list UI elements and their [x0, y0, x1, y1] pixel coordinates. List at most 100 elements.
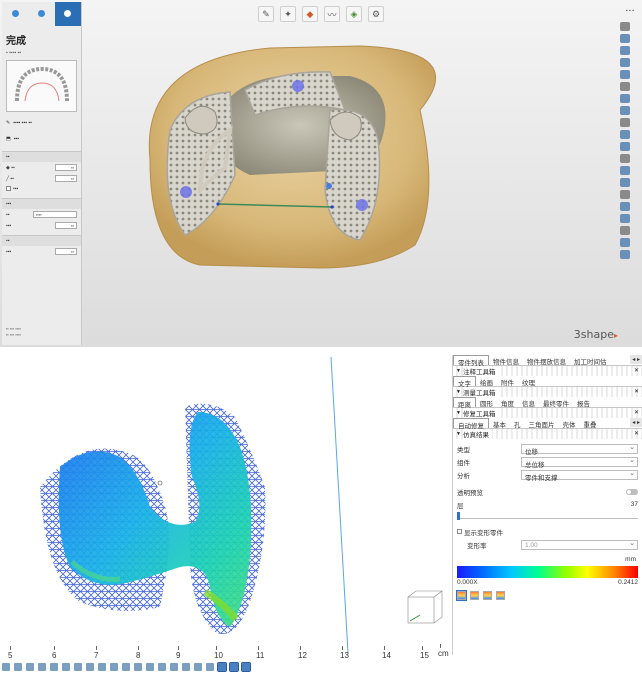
view-tool-1[interactable] [620, 22, 630, 31]
view-tool-16[interactable] [620, 202, 630, 211]
tab-part-list[interactable]: 零件列表 [453, 355, 489, 367]
view-icon-20[interactable] [229, 662, 239, 672]
view-tool-10[interactable] [620, 130, 630, 139]
view-tool-17[interactable] [620, 214, 630, 223]
deform-rate-label: 变形率 [467, 542, 487, 550]
view-tool-2[interactable] [620, 34, 630, 43]
unit-label: mm [625, 556, 636, 563]
view-tool-12[interactable] [620, 154, 630, 163]
deform-rate-row: 变形率 1.00 [453, 538, 642, 551]
tab-triangles[interactable]: 三角面片 [525, 418, 559, 429]
view-tool-20[interactable] [620, 250, 630, 259]
scale-min: 0.000X [457, 579, 478, 586]
tab-build-time[interactable]: 加工时间估 [570, 355, 611, 366]
view-icon-5[interactable] [50, 663, 58, 671]
brand-logo: 3shape▸ [573, 328, 618, 341]
view-icon-6[interactable] [62, 663, 70, 671]
deform-rate-input[interactable]: 1.00 [521, 539, 638, 550]
axis-tick: 13 [340, 646, 349, 660]
view-icon-7[interactable] [74, 663, 82, 671]
close-icon[interactable]: ✕ [634, 367, 639, 374]
note-toolbox-header[interactable]: ▼ 注释工具箱 ✕ [453, 366, 642, 376]
part-tabs: 零件列表 物件信息 物件摆放信息 加工时间估 ◂ ▸ [453, 355, 642, 367]
view-icon-18[interactable] [206, 663, 214, 671]
view-icon-12[interactable] [134, 663, 142, 671]
repair-toolbox-header[interactable]: ▼ 修复工具箱 ✕ [453, 408, 642, 418]
view-icon-17[interactable] [194, 663, 202, 671]
view-tool-3[interactable] [620, 46, 630, 55]
legend-mode-1-icon[interactable] [456, 590, 467, 601]
layer-slider-thumb[interactable] [457, 512, 460, 520]
tab-angle[interactable]: 角度 [497, 397, 518, 408]
tab-info[interactable]: 信息 [518, 397, 539, 408]
component-select[interactable]: 总位移 [521, 456, 638, 469]
view-icon-3[interactable] [26, 663, 34, 671]
view-icon-8[interactable] [86, 663, 94, 671]
view-tool-5[interactable] [620, 70, 630, 79]
view-icon-11[interactable] [122, 663, 130, 671]
view-icon-10[interactable] [110, 663, 118, 671]
tab-text[interactable]: 文字 [453, 376, 476, 388]
measure-toolbox-header[interactable]: ▼ 测量工具箱 ✕ [453, 387, 642, 397]
legend-mode-3-icon[interactable] [483, 591, 492, 600]
tab-holes[interactable]: 孔 [510, 418, 525, 429]
axis-tick: 10 [214, 646, 223, 660]
legend-mode-2-icon[interactable] [470, 591, 479, 600]
tab-draw[interactable]: 绘画 [476, 376, 497, 387]
tab-attachment[interactable]: 附件 [497, 376, 518, 387]
view-tool-4[interactable] [620, 58, 630, 67]
axis-tick: 8 [136, 646, 141, 660]
tab-circle[interactable]: 圆形 [476, 397, 497, 408]
type-select[interactable]: 位移 [521, 443, 638, 456]
tab-texture[interactable]: 纹理 [518, 376, 539, 387]
legend-mode-4-icon[interactable] [496, 591, 505, 600]
view-tool-19[interactable] [620, 238, 630, 247]
view-icon-1[interactable] [2, 663, 10, 671]
view-tool-15[interactable] [620, 190, 630, 199]
view-icon-9[interactable] [98, 663, 106, 671]
tab-placement-info[interactable]: 物件摆放信息 [523, 355, 570, 366]
tab-shells[interactable]: 壳体 [559, 418, 580, 429]
sim-result-header[interactable]: ▼ 仿真结果 ✕ [453, 429, 642, 439]
view-icon-4[interactable] [38, 663, 46, 671]
tab-object-info[interactable]: 物件信息 [489, 355, 523, 366]
view-tool-8[interactable] [620, 106, 630, 115]
tab-auto-repair[interactable]: 自动修复 [453, 418, 489, 430]
close-icon[interactable]: ✕ [634, 388, 639, 395]
view-tool-7[interactable] [620, 94, 630, 103]
tab-basic[interactable]: 基本 [489, 418, 510, 429]
view-icon-13[interactable] [146, 663, 154, 671]
view-icon-21[interactable] [241, 662, 251, 672]
tab-scroll-arrows[interactable]: ◂ ▸ [630, 418, 642, 427]
layer-value: 37 [630, 501, 638, 508]
view-tool-18[interactable] [620, 226, 630, 235]
right-tool-strip [620, 22, 632, 259]
view-icon-2[interactable] [14, 663, 22, 671]
analysis-label: 分析 [457, 472, 470, 480]
view-icon-16[interactable] [182, 663, 190, 671]
view-icon-14[interactable] [158, 663, 166, 671]
tab-scroll-arrows[interactable]: ◂ ▸ [630, 355, 642, 364]
view-tool-13[interactable] [620, 166, 630, 175]
simulation-3d-view[interactable] [0, 356, 452, 654]
layer-slider[interactable] [457, 512, 638, 520]
tab-distance[interactable]: 距离 [453, 397, 476, 409]
tab-overlap[interactable]: 重叠 [580, 418, 601, 429]
transparency-toggle[interactable] [626, 488, 638, 495]
axis-tick: 7 [94, 646, 99, 660]
denture-3d-view[interactable] [0, 0, 642, 347]
tab-final-part[interactable]: 最终零件 [539, 397, 573, 408]
view-icon-15[interactable] [170, 663, 178, 671]
scale-labels: 0.000X 0.2412 [453, 578, 642, 587]
analysis-select[interactable]: 零件和支撑 [521, 469, 638, 482]
view-tool-6[interactable] [620, 82, 630, 91]
close-icon[interactable]: ✕ [634, 430, 639, 437]
view-icon-19[interactable] [217, 662, 227, 672]
view-tool-9[interactable] [620, 118, 630, 127]
axis-triad-icon [407, 590, 443, 624]
tab-report[interactable]: 报告 [573, 397, 594, 408]
view-tool-11[interactable] [620, 142, 630, 151]
close-icon[interactable]: ✕ [634, 409, 639, 416]
show-deform-checkbox[interactable] [457, 529, 462, 534]
view-tool-14[interactable] [620, 178, 630, 187]
